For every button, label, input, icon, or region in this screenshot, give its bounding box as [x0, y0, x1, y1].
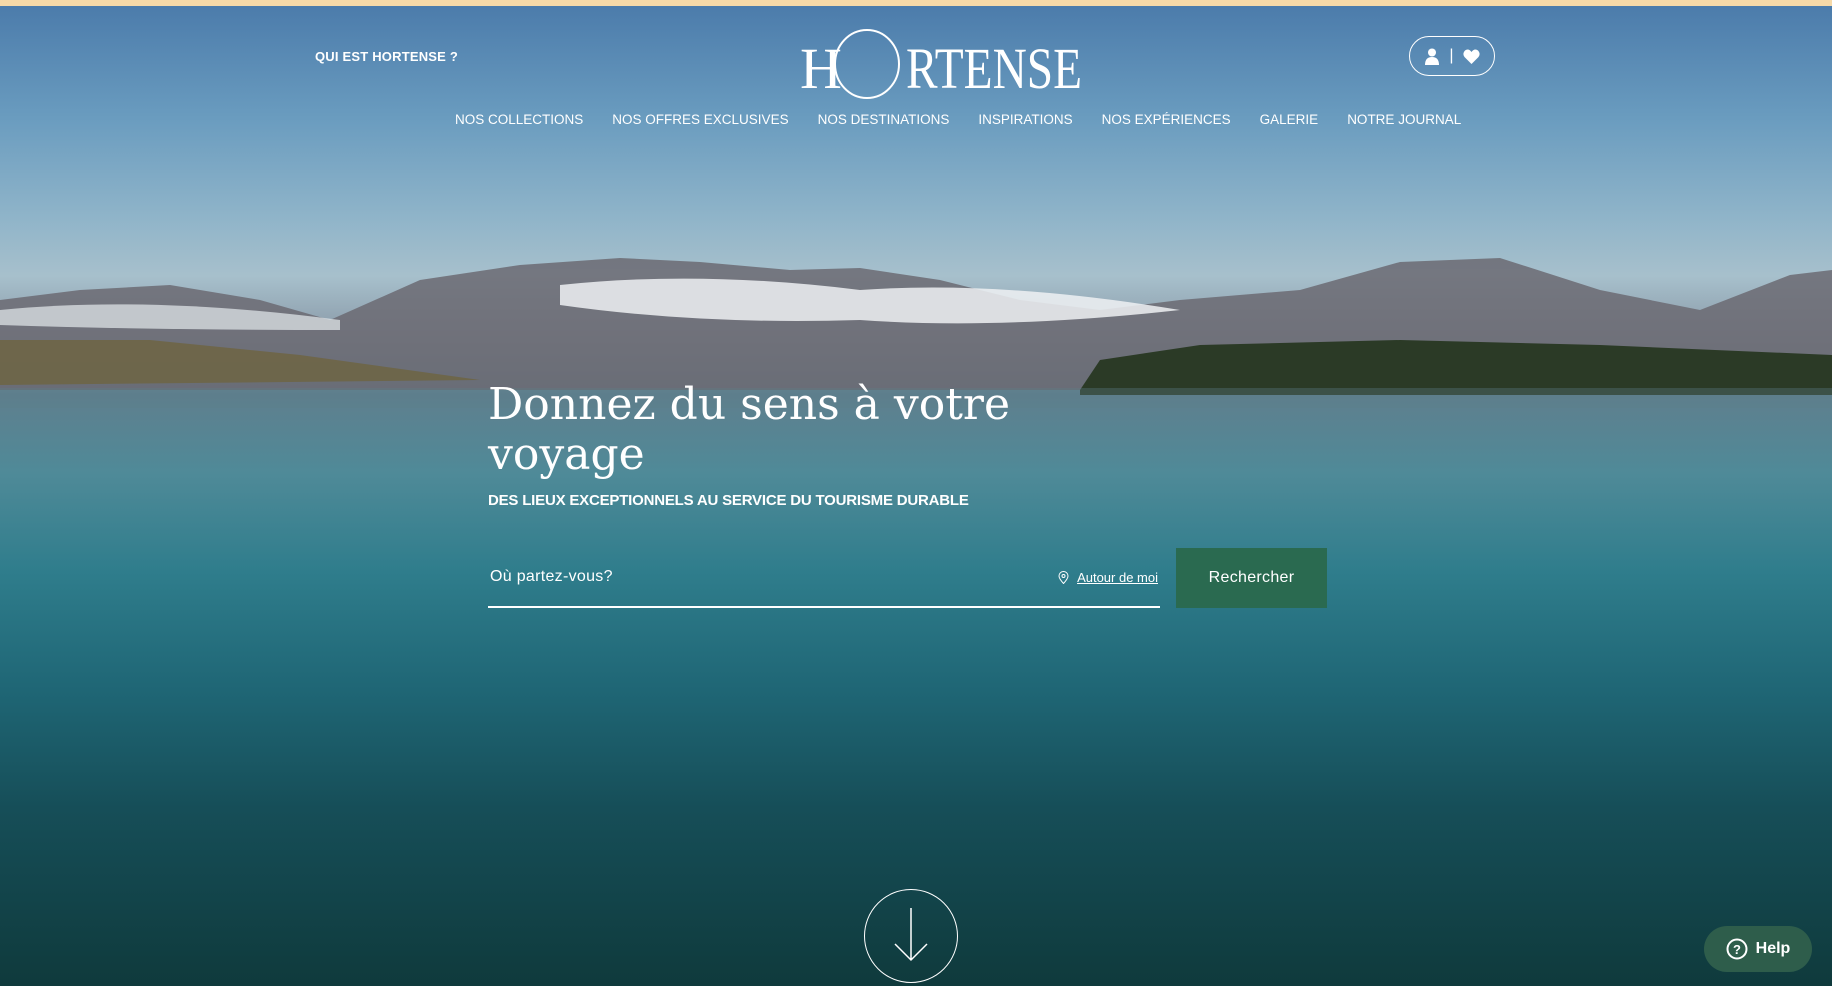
- location-pin-icon: [1058, 570, 1069, 584]
- destination-input[interactable]: [490, 568, 990, 586]
- account-favorites-pill: |: [1409, 36, 1495, 76]
- near-me-link[interactable]: Autour de moi: [1058, 570, 1158, 585]
- top-accent-bar: [0, 0, 1832, 6]
- heart-icon[interactable]: [1462, 49, 1480, 64]
- search-button[interactable]: Rechercher: [1176, 548, 1327, 608]
- nav-journal[interactable]: NOTRE JOURNAL: [1347, 112, 1461, 127]
- user-icon[interactable]: [1424, 48, 1440, 65]
- about-link[interactable]: QUI EST HORTENSE ?: [315, 49, 458, 64]
- near-me-label: Autour de moi: [1077, 569, 1158, 585]
- help-button[interactable]: ? Help: [1704, 926, 1812, 972]
- hero-subtitle: DES LIEUX EXCEPTIONNELS AU SERVICE DU TO…: [488, 492, 969, 509]
- svg-text:RTENSE: RTENSE: [906, 36, 1082, 100]
- hortense-logo[interactable]: H RTENSE: [800, 28, 1082, 100]
- nav-collections[interactable]: NOS COLLECTIONS: [455, 112, 583, 127]
- search-bar: Autour de moi: [488, 548, 1160, 608]
- hero: Donnez du sens à votre voyage DES LIEUX …: [488, 379, 1088, 510]
- nav-experiences[interactable]: NOS EXPÉRIENCES: [1102, 112, 1231, 127]
- nav-gallery[interactable]: GALERIE: [1260, 112, 1319, 127]
- nav-exclusive-offers[interactable]: NOS OFFRES EXCLUSIVES: [612, 112, 788, 127]
- separator: |: [1449, 47, 1454, 64]
- nav-inspirations[interactable]: INSPIRATIONS: [978, 112, 1072, 127]
- help-icon: ?: [1726, 938, 1748, 960]
- nav-destinations[interactable]: NOS DESTINATIONS: [818, 112, 950, 127]
- arrow-down-icon: [894, 908, 928, 962]
- scroll-down-button[interactable]: [864, 889, 958, 983]
- help-label: Help: [1755, 940, 1791, 957]
- hero-title: Donnez du sens à votre voyage: [488, 379, 1010, 480]
- main-nav: NOS COLLECTIONS NOS OFFRES EXCLUSIVES NO…: [455, 112, 1461, 127]
- svg-text:?: ?: [1733, 942, 1741, 957]
